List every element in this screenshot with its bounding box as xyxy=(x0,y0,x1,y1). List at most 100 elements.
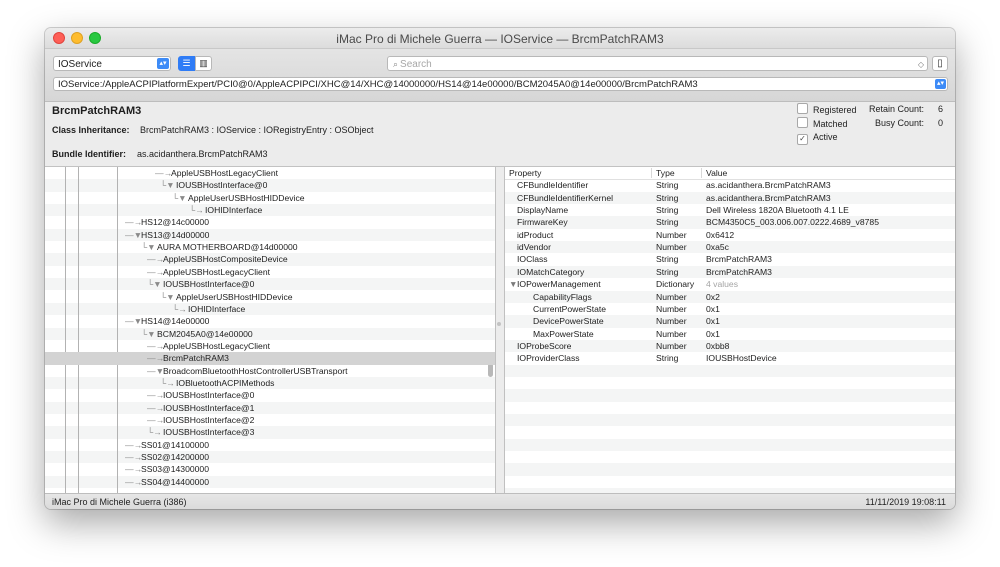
tree-row[interactable]: —→ SS02@14200000 xyxy=(45,451,495,463)
tree-row[interactable]: —→ AppleUSBHostLegacyClient xyxy=(45,266,495,278)
tree-disclosure-icon[interactable]: └▼ xyxy=(160,179,175,191)
tree-row[interactable]: —→ SS04@14400000 xyxy=(45,476,495,488)
tree-disclosure-icon[interactable]: —→ xyxy=(147,266,164,278)
tree-row[interactable]: └▼ AURA MOTHERBOARD@14d00000 xyxy=(45,241,495,253)
inspector-toggle-button[interactable]: ▯ xyxy=(932,56,948,71)
tree-disclosure-icon[interactable]: └→ xyxy=(147,426,162,438)
tree-row[interactable]: └▼ AppleUserUSBHostHIDDevice xyxy=(45,291,495,303)
tree-row[interactable]: —→ SS01@14100000 xyxy=(45,439,495,451)
tree-disclosure-icon[interactable]: └→ xyxy=(160,377,175,389)
property-row[interactable]: CurrentPowerState Number 0x1 xyxy=(505,303,955,315)
tree-row[interactable]: —→ IOUSBHostInterface@2 xyxy=(45,414,495,426)
tree-row[interactable]: └→ IOHIDInterface xyxy=(45,303,495,315)
tree-row[interactable]: └▼ IOUSBHostInterface@0 xyxy=(45,278,495,290)
property-type: String xyxy=(656,192,679,203)
tree-disclosure-icon[interactable]: —→ xyxy=(155,167,172,179)
tree-row[interactable]: —→ SS03@14300000 xyxy=(45,463,495,475)
tree-disclosure-icon[interactable]: —→ xyxy=(125,439,142,451)
property-type: Dictionary xyxy=(656,279,695,290)
tree-row-label: IOUSBHostInterface@1 xyxy=(163,402,255,413)
tree-row[interactable]: —▼ HS14@14e00000 xyxy=(45,315,495,327)
header-value[interactable]: Value xyxy=(706,167,727,179)
tree-row[interactable]: —→ AppleUSBHostLegacyClient xyxy=(45,340,495,352)
header-property[interactable]: Property xyxy=(509,167,541,179)
tree-disclosure-icon[interactable]: └▼ xyxy=(172,192,187,204)
active-checkbox[interactable]: ✓ Active xyxy=(797,131,838,145)
tree-row[interactable]: —→ HS12@14c00000 xyxy=(45,216,495,228)
property-value: 0x1 xyxy=(706,328,720,339)
property-row[interactable]: IOProbeScore Number 0xbb8 xyxy=(505,340,955,352)
tree-disclosure-icon[interactable]: └▼ xyxy=(141,328,156,340)
path-dropdown-icon[interactable]: ▴▾ xyxy=(935,79,946,89)
property-row[interactable]: MaxPowerState Number 0x1 xyxy=(505,328,955,340)
tree-disclosure-icon[interactable]: —→ xyxy=(147,253,164,265)
tree-disclosure-icon[interactable]: —→ xyxy=(147,402,164,414)
matched-checkbox[interactable]: Matched xyxy=(797,117,848,129)
search-stepper-icon[interactable]: ◇ xyxy=(918,58,924,72)
tree-disclosure-icon[interactable]: —→ xyxy=(125,216,142,228)
tree-row[interactable]: └▼ IOUSBHostInterface@0 xyxy=(45,179,495,191)
list-icon: ☰ xyxy=(182,58,191,68)
tree-disclosure-icon[interactable]: —▼ xyxy=(125,229,142,241)
row-stripe xyxy=(505,438,955,452)
tree-row[interactable]: —▼ BroadcomBluetoothHostControllerUSBTran… xyxy=(45,365,495,377)
property-row[interactable]: IOMatchCategory String BrcmPatchRAM3 xyxy=(505,266,955,278)
property-row[interactable]: DevicePowerState Number 0x1 xyxy=(505,315,955,327)
tree-row[interactable]: └→ IOBluetoothACPIMethods xyxy=(45,377,495,389)
tree-row[interactable]: —→ IOUSBHostInterface@1 xyxy=(45,402,495,414)
property-row[interactable]: idVendor Number 0xa5c xyxy=(505,241,955,253)
property-row[interactable]: FirmwareKey String BCM4350C5_003.006.007.0… xyxy=(505,216,955,228)
tree-row[interactable]: —→ IOUSBHostInterface@0 xyxy=(45,389,495,401)
tree-row[interactable]: —→ AppleUSBHostLegacyClient xyxy=(45,167,495,179)
split-view-handle[interactable] xyxy=(497,322,501,326)
registered-checkbox[interactable]: Registered xyxy=(797,103,857,115)
registry-tree[interactable]: —→ AppleUSBHostLegacyClient └▼ IOUSBHostInt… xyxy=(45,167,496,493)
property-row[interactable]: CFBundleIdentifierKernel String as.acidant… xyxy=(505,192,955,204)
tree-row[interactable]: └→ IOUSBHostInterface@3 xyxy=(45,426,495,438)
tree-disclosure-icon[interactable]: —▼ xyxy=(125,315,142,327)
property-value: as.acidanthera.BrcmPatchRAM3 xyxy=(706,180,831,191)
tree-row-label: HS14@14e00000 xyxy=(141,316,210,327)
tree-row[interactable]: └▼ AppleUserUSBHostHIDDevice xyxy=(45,192,495,204)
header-type[interactable]: Type xyxy=(656,167,675,179)
property-table[interactable]: Property Type Value CFBundleIdentifier St… xyxy=(504,167,955,493)
tree-disclosure-icon[interactable]: —→ xyxy=(125,451,142,463)
tree-row[interactable]: └▼ BCM2045A0@14e00000 xyxy=(45,328,495,340)
tree-disclosure-icon[interactable]: └→ xyxy=(172,303,187,315)
plane-select[interactable]: IOService ▴▾ xyxy=(53,56,171,71)
path-field[interactable]: IOService:/AppleACPIPlatformExpert/PCI0@… xyxy=(53,77,948,91)
tree-disclosure-icon[interactable]: —→ xyxy=(125,463,142,475)
property-row[interactable]: IOProviderClass String IOUSBHostDevice xyxy=(505,352,955,364)
tree-row-label: AppleUSBHostCompositeDevice xyxy=(163,254,288,265)
property-type: Number xyxy=(656,229,687,240)
path-value: IOService:/AppleACPIPlatformExpert/PCI0@… xyxy=(58,79,698,90)
tree-disclosure-icon[interactable]: —→ xyxy=(125,476,142,488)
tree-disclosure-icon[interactable]: —→ xyxy=(147,414,164,426)
property-table-header: Property Type Value xyxy=(505,167,955,180)
columns-icon: ▥ xyxy=(199,58,208,68)
browser-view-button[interactable]: ▥ xyxy=(195,56,212,71)
property-type: Number xyxy=(656,291,687,302)
tree-row[interactable]: └→ IOHIDInterface xyxy=(45,204,495,216)
list-view-button[interactable]: ☰ xyxy=(178,56,195,71)
tree-disclosure-icon[interactable]: └→ xyxy=(189,204,204,216)
select-arrows-icon: ▴▾ xyxy=(157,58,169,69)
tree-row[interactable]: —→ AppleUSBHostCompositeDevice xyxy=(45,253,495,265)
property-row[interactable]: CapabilityFlags Number 0x2 xyxy=(505,291,955,303)
property-row[interactable]: IOClass String BrcmPatchRAM3 xyxy=(505,253,955,265)
tree-row-selected[interactable]: —→ BrcmPatchRAM3 xyxy=(45,352,495,365)
tree-disclosure-icon[interactable]: └▼ xyxy=(147,278,162,290)
tree-row[interactable]: —▼ HS13@14d00000 xyxy=(45,229,495,241)
tree-disclosure-icon[interactable]: —→ xyxy=(147,352,164,364)
tree-disclosure-icon[interactable]: └▼ xyxy=(160,291,175,303)
property-row[interactable]: DisplayName String Dell Wireless 1820A Blu… xyxy=(505,204,955,216)
tree-disclosure-icon[interactable]: —▼ xyxy=(147,365,164,377)
property-row[interactable]: idProduct Number 0x6412 xyxy=(505,229,955,241)
tree-disclosure-icon[interactable]: —→ xyxy=(147,340,164,352)
tree-disclosure-icon[interactable]: └▼ xyxy=(141,241,156,253)
property-row[interactable]: ▼ IOPowerManagement Dictionary 4 values xyxy=(505,278,955,290)
property-name: CurrentPowerState xyxy=(533,303,607,314)
search-input[interactable]: ⌕ Search ◇ xyxy=(387,56,928,71)
property-row[interactable]: CFBundleIdentifier String as.acidanthera.B… xyxy=(505,179,955,191)
tree-disclosure-icon[interactable]: —→ xyxy=(147,389,164,401)
